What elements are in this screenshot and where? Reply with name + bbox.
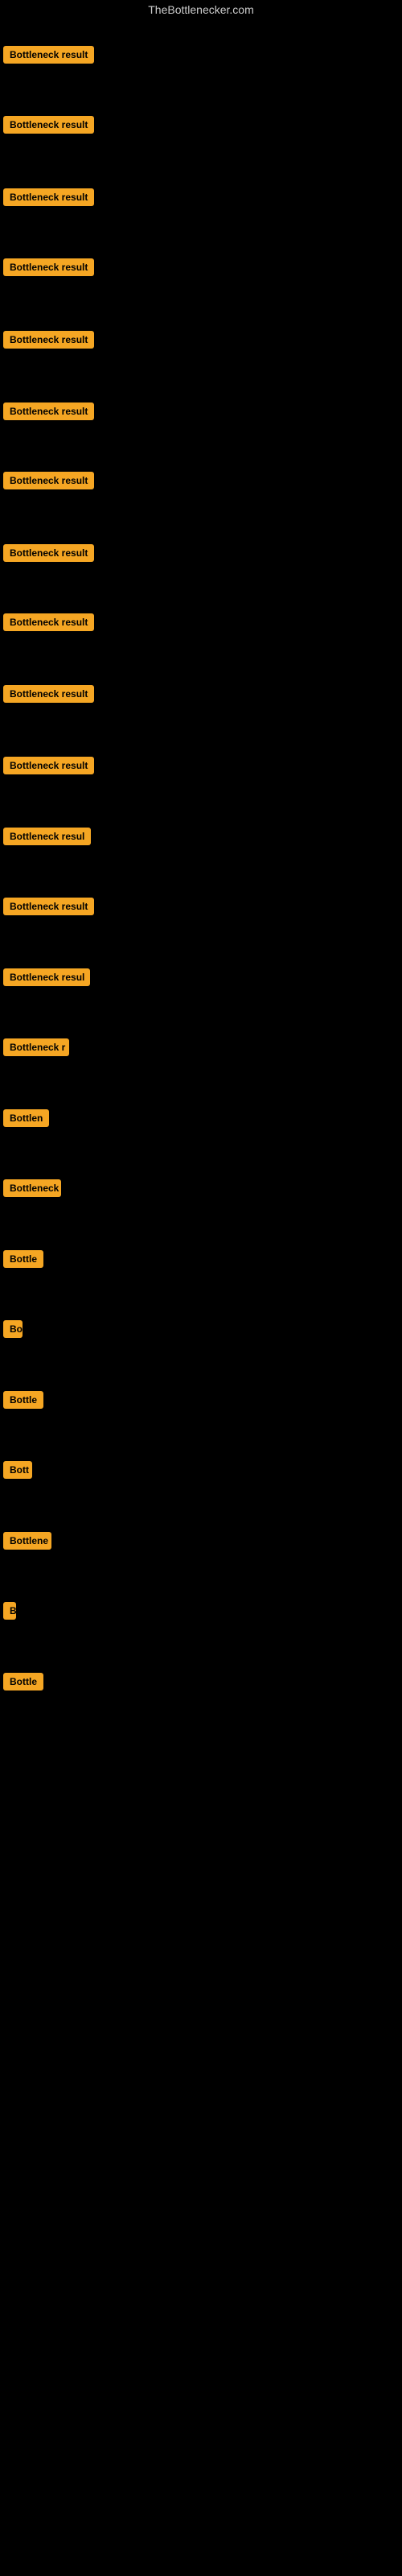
bottleneck-result-row[interactable]: Bottleneck result: [3, 757, 94, 778]
bottleneck-result-row[interactable]: Bottleneck result: [3, 46, 94, 68]
bottleneck-badge[interactable]: Bottleneck result: [3, 258, 94, 276]
bottleneck-result-row[interactable]: Bottleneck result: [3, 685, 94, 707]
bottleneck-result-row[interactable]: Bottlen: [3, 1109, 49, 1131]
bottleneck-badge[interactable]: Bottleneck result: [3, 544, 94, 562]
bottleneck-result-row[interactable]: Bott: [3, 1461, 32, 1483]
bottleneck-badge[interactable]: Bott: [3, 1461, 32, 1479]
bottleneck-badge[interactable]: Bottlene: [3, 1532, 51, 1550]
bottleneck-result-row[interactable]: Bottle: [3, 1250, 43, 1272]
bottleneck-result-row[interactable]: Bottleneck: [3, 1179, 61, 1201]
bottleneck-badge[interactable]: Bottleneck result: [3, 472, 94, 489]
bottleneck-result-row[interactable]: Bottleneck result: [3, 402, 94, 424]
bottleneck-badge[interactable]: Bottleneck result: [3, 613, 94, 631]
bottleneck-badge[interactable]: Bo: [3, 1320, 23, 1338]
bottleneck-badge[interactable]: Bottleneck result: [3, 116, 94, 134]
bottleneck-result-row[interactable]: Bo: [3, 1320, 23, 1342]
bottleneck-result-row[interactable]: Bottleneck result: [3, 331, 94, 353]
bottleneck-badge[interactable]: B: [3, 1602, 16, 1620]
site-title: TheBottlenecker.com: [0, 0, 402, 19]
bottleneck-badge[interactable]: Bottleneck r: [3, 1038, 69, 1056]
bottleneck-result-row[interactable]: Bottleneck result: [3, 188, 94, 210]
bottleneck-result-row[interactable]: Bottleneck result: [3, 116, 94, 138]
bottleneck-badge[interactable]: Bottle: [3, 1391, 43, 1409]
bottleneck-result-row[interactable]: Bottle: [3, 1673, 43, 1695]
bottleneck-badge[interactable]: Bottleneck resul: [3, 828, 91, 845]
bottleneck-result-row[interactable]: Bottleneck result: [3, 258, 94, 280]
bottleneck-result-row[interactable]: Bottleneck r: [3, 1038, 69, 1060]
bottleneck-result-row[interactable]: Bottle: [3, 1391, 43, 1413]
bottleneck-result-row[interactable]: Bottleneck result: [3, 898, 94, 919]
bottleneck-badge[interactable]: Bottleneck: [3, 1179, 61, 1197]
bottleneck-result-row[interactable]: Bottleneck result: [3, 472, 94, 493]
bottleneck-badge[interactable]: Bottleneck result: [3, 757, 94, 774]
bottleneck-badge[interactable]: Bottle: [3, 1250, 43, 1268]
bottleneck-badge[interactable]: Bottleneck result: [3, 331, 94, 349]
bottleneck-result-row[interactable]: Bottleneck resul: [3, 968, 90, 990]
bottleneck-badge[interactable]: Bottleneck result: [3, 46, 94, 64]
bottleneck-badge[interactable]: Bottle: [3, 1673, 43, 1690]
bottleneck-result-row[interactable]: B: [3, 1602, 16, 1624]
bottleneck-result-row[interactable]: Bottleneck result: [3, 544, 94, 566]
bottleneck-badge[interactable]: Bottleneck resul: [3, 968, 90, 986]
bottleneck-badge[interactable]: Bottleneck result: [3, 188, 94, 206]
bottleneck-badge[interactable]: Bottlen: [3, 1109, 49, 1127]
bottleneck-badge[interactable]: Bottleneck result: [3, 898, 94, 915]
bottleneck-result-row[interactable]: Bottleneck result: [3, 613, 94, 635]
bottleneck-result-row[interactable]: Bottleneck resul: [3, 828, 91, 849]
bottleneck-result-row[interactable]: Bottlene: [3, 1532, 51, 1554]
bottleneck-badge[interactable]: Bottleneck result: [3, 402, 94, 420]
bottleneck-badge[interactable]: Bottleneck result: [3, 685, 94, 703]
